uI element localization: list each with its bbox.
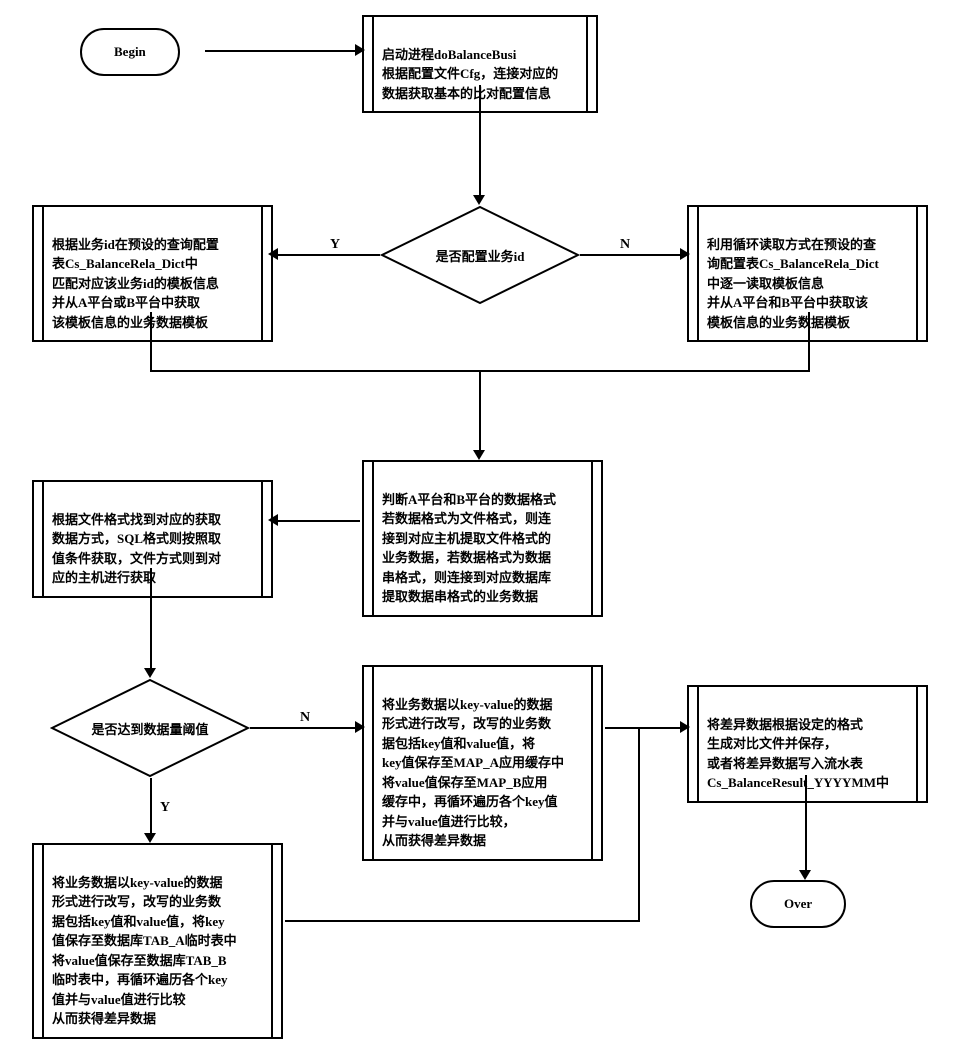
edge-d2-n — [250, 727, 355, 729]
label-n1: N — [620, 237, 630, 253]
filefmt-process: 根据文件格式找到对应的获取 数据方式，SQL格式则按照取 值条件获取，文件方式则… — [40, 480, 265, 598]
decision-bizid-text: 是否配置业务id — [436, 246, 525, 265]
label-y2: Y — [160, 800, 170, 816]
output-process: 将差异数据根据设定的格式 生成对比文件并保存， 或者将差异数据写入流水表 Cs_… — [695, 685, 920, 803]
label-y1: Y — [330, 237, 340, 253]
edge-file-d2 — [150, 568, 152, 668]
edge-tn-out — [605, 727, 680, 729]
threshold-y-text: 将业务数据以key-value的数据 形式进行改写，改写的业务数 据包括key值… — [52, 875, 237, 1027]
begin-terminator: Begin — [80, 28, 180, 76]
judgefmt-process: 判断A平台和B平台的数据格式 若数据格式为文件格式，则连 接到对应主机提取文件格… — [370, 460, 595, 617]
ybranch-process: 根据业务id在预设的查询配置 表Cs_BalanceRela_Dict中 匹配对… — [40, 205, 265, 342]
edge-n-down — [808, 312, 810, 372]
edge-out-over — [805, 775, 807, 870]
edge-tn-out-head — [680, 721, 690, 733]
edge-judge-file — [278, 520, 360, 522]
output-text: 将差异数据根据设定的格式 生成对比文件并保存， 或者将差异数据写入流水表 Cs_… — [707, 717, 889, 791]
ybranch-text: 根据业务id在预设的查询配置 表Cs_BalanceRela_Dict中 匹配对… — [52, 237, 219, 330]
edge-begin-start-head — [355, 44, 365, 56]
edge-d1-y — [278, 254, 380, 256]
edge-d1-n — [580, 254, 680, 256]
edge-y-down — [150, 312, 152, 372]
edge-judge-file-head — [268, 514, 278, 526]
edge-start-d1 — [479, 85, 481, 195]
edge-d2-y-head — [144, 833, 156, 843]
edge-d1-y-head — [268, 248, 278, 260]
filefmt-text: 根据文件格式找到对应的获取 数据方式，SQL格式则按照取 值条件获取，文件方式则… — [52, 512, 221, 586]
threshold-n-process: 将业务数据以key-value的数据 形式进行改写，改写的业务数 据包括key值… — [370, 665, 595, 861]
edge-ty-out-h1 — [285, 920, 640, 922]
decision-bizid: 是否配置业务id — [380, 205, 580, 305]
decision-threshold: 是否达到数据量阈值 — [50, 678, 250, 778]
decision-threshold-text: 是否达到数据量阈值 — [91, 719, 208, 738]
edge-merge-judge — [479, 370, 481, 450]
over-label: Over — [784, 896, 812, 911]
edge-merge-judge-head — [473, 450, 485, 460]
edge-out-over-head — [799, 870, 811, 880]
start-process-text: 启动进程doBalanceBusi 根据配置文件Cfg，连接对应的 数据获取基本… — [382, 47, 558, 101]
threshold-n-text: 将业务数据以key-value的数据 形式进行改写，改写的业务数 据包括key值… — [382, 697, 564, 849]
edge-d1-n-head — [680, 248, 690, 260]
threshold-y-process: 将业务数据以key-value的数据 形式进行改写，改写的业务数 据包括key值… — [40, 843, 275, 1039]
over-terminator: Over — [750, 880, 846, 928]
edge-file-d2-head — [144, 668, 156, 678]
judgefmt-text: 判断A平台和B平台的数据格式 若数据格式为文件格式，则连 接到对应主机提取文件格… — [382, 492, 556, 605]
edge-start-d1-head — [473, 195, 485, 205]
begin-label: Begin — [114, 44, 146, 59]
edge-d2-y — [150, 778, 152, 833]
edge-d2-n-head — [355, 721, 365, 733]
edge-ty-out-v — [638, 727, 640, 922]
nbranch-text: 利用循环读取方式在预设的查 询配置表Cs_BalanceRela_Dict 中逐… — [707, 237, 879, 330]
label-n2: N — [300, 710, 310, 726]
edge-begin-start — [205, 50, 355, 52]
